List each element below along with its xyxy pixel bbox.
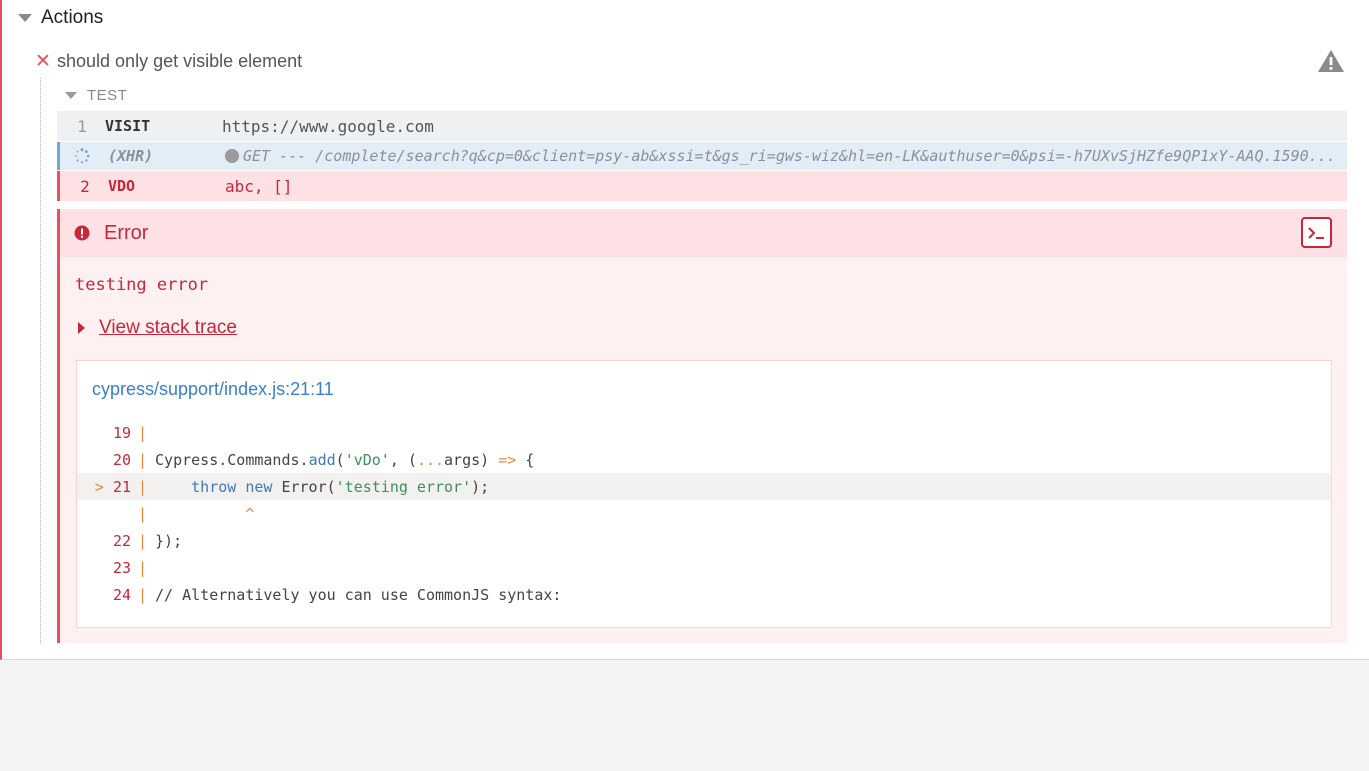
command-vdo[interactable]: 2 VDO abc, [] <box>57 171 1347 201</box>
gutter-pipe: | <box>138 477 148 496</box>
code-text: throw new Error('testing error'); <box>191 477 490 496</box>
caret-down-icon <box>65 91 77 99</box>
command-name: VISIT <box>105 117 151 135</box>
gutter-pipe: | <box>138 531 148 550</box>
error-message: testing error <box>75 275 209 295</box>
code-line: 22 | }); <box>77 527 1331 554</box>
warning-triangle-icon <box>1318 50 1344 72</box>
gutter-pipe: | <box>138 558 148 577</box>
code-line: 19 | <box>77 419 1331 446</box>
code-line: 20 | Cypress.Commands.add('vDo', (...arg… <box>77 446 1331 473</box>
line-number: 20 <box>112 450 131 469</box>
code-line: | ^ <box>77 500 1331 527</box>
gutter-pipe: | <box>138 585 148 604</box>
gutter-pipe: | <box>138 450 148 469</box>
error-header: Error <box>60 209 1347 257</box>
command-message: abc, [] <box>225 176 293 196</box>
command-name: VDO <box>108 177 136 195</box>
caret-down-icon <box>18 14 32 22</box>
command-name: (XHR) <box>108 147 154 165</box>
line-number: > 21 <box>94 477 131 496</box>
code-text: Cypress.Commands.add('vDo', (...args) =>… <box>155 450 535 469</box>
error-title: Error <box>104 221 149 244</box>
suite-header[interactable]: Actions <box>18 6 103 30</box>
command-message-wrap: GET --- /complete/search?q&cp=0&client=p… <box>225 147 1347 165</box>
line-number: 22 <box>112 531 131 550</box>
hook-header[interactable]: TEST <box>65 86 127 104</box>
code-text: }); <box>155 531 183 550</box>
command-message: https://www.google.com <box>222 116 434 136</box>
test-header[interactable]: ✕ should only get visible element <box>35 48 1345 74</box>
gutter-pipe: | <box>138 423 148 442</box>
print-to-console-button[interactable] <box>1301 217 1332 248</box>
line-number: 24 <box>112 585 131 604</box>
error-circle-icon <box>74 225 90 241</box>
suite-title: Actions <box>41 7 104 28</box>
status-dot-icon <box>225 149 239 163</box>
code-frame: cypress/support/index.js:21:11 19 | 20 |… <box>76 360 1332 628</box>
reporter-panel: Actions ✕ should only get visible elemen… <box>0 0 1369 660</box>
command-number: 2 <box>80 176 90 196</box>
fail-x-icon: ✕ <box>35 50 51 72</box>
error-caret: ^ <box>155 504 255 523</box>
caret-right-icon <box>78 322 85 334</box>
command-message: GET --- /complete/search?q&cp=0&client=p… <box>243 147 1336 165</box>
view-stack-trace-link[interactable]: View stack trace <box>99 317 237 339</box>
error-panel: Error testing error View stack trace cyp… <box>57 209 1347 643</box>
test-title: should only get visible element <box>57 50 303 71</box>
gutter-pipe: | <box>138 504 148 523</box>
code-frame-file-link[interactable]: cypress/support/index.js:21:11 <box>92 379 334 400</box>
line-number: 23 <box>112 558 131 577</box>
command-number: 1 <box>77 116 87 136</box>
command-visit[interactable]: 1 VISIT https://www.google.com <box>57 111 1347 141</box>
spinner-icon <box>60 148 108 164</box>
hook-title: TEST <box>87 86 128 104</box>
code-line: 24 | // Alternatively you can use Common… <box>77 581 1331 608</box>
view-stack-trace-toggle[interactable]: View stack trace <box>78 317 237 339</box>
code-text: // Alternatively you can use CommonJS sy… <box>155 585 562 604</box>
code-line: 23 | <box>77 554 1331 581</box>
command-xhr[interactable]: (XHR) GET --- /complete/search?q&cp=0&cl… <box>57 142 1347 170</box>
line-number: 19 <box>112 423 131 442</box>
terminal-icon <box>1307 226 1324 239</box>
code-line-highlighted: > 21 | throw new Error('testing error'); <box>77 473 1331 500</box>
tree-guide-line <box>40 78 41 643</box>
code-lines: 19 | 20 | Cypress.Commands.add('vDo', (.… <box>77 419 1331 608</box>
